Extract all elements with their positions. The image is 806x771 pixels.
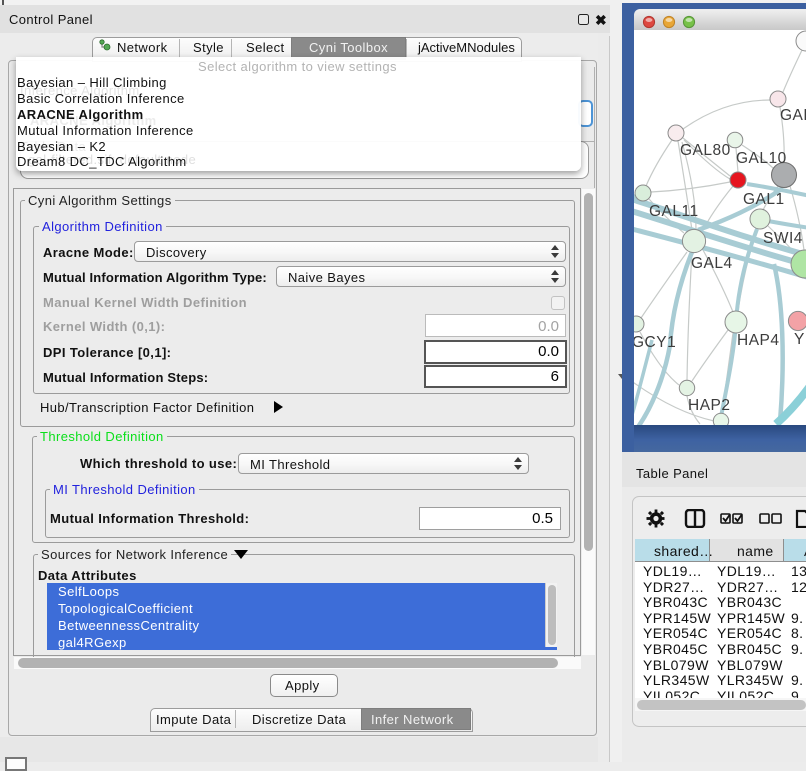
svg-text:HAP4: HAP4 [737, 332, 780, 349]
svg-text:GAL7: GAL7 [780, 107, 806, 124]
svg-text:GAL11: GAL11 [649, 203, 699, 220]
svg-text:YE: YE [794, 331, 806, 348]
svg-text:GAL4: GAL4 [691, 255, 733, 272]
svg-text:GAL1: GAL1 [743, 191, 785, 208]
svg-text:HAP2: HAP2 [688, 397, 731, 414]
svg-text:SWI4: SWI4 [763, 230, 803, 247]
svg-text:GAL80: GAL80 [680, 142, 731, 159]
svg-text:GAL10: GAL10 [736, 150, 787, 167]
svg-text:GCY1: GCY1 [634, 334, 676, 351]
